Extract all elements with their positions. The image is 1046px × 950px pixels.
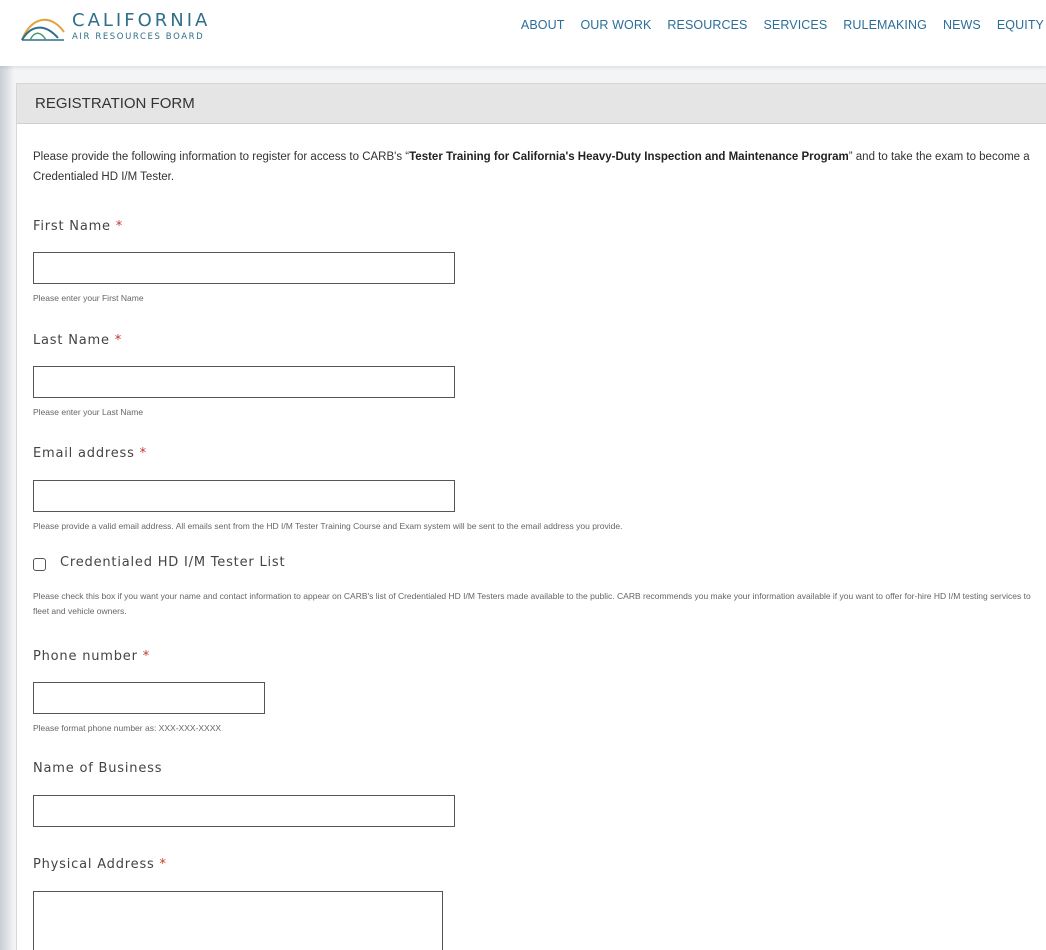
last-name-input[interactable] xyxy=(33,366,455,398)
logo-arc-icon xyxy=(21,18,65,41)
required-marker: * xyxy=(159,857,167,872)
form-intro: Please provide the following information… xyxy=(33,147,1033,187)
business-label: Name of Business xyxy=(33,761,162,776)
first-name-label-text: First Name xyxy=(33,219,111,234)
last-name-label: Last Name * xyxy=(33,333,122,348)
main-nav: ABOUT OUR WORK RESOURCES SERVICES RULEMA… xyxy=(505,18,1044,32)
address-label: Physical Address * xyxy=(33,857,167,872)
first-name-input[interactable] xyxy=(33,252,455,284)
site-header: CALIFORNIA AIR RESOURCES BOARD ABOUT OUR… xyxy=(0,0,1046,66)
logo-subtitle: AIR RESOURCES BOARD xyxy=(72,31,205,42)
address-label-text: Physical Address xyxy=(33,857,155,872)
tester-list-label[interactable]: Credentialed HD I/M Tester List xyxy=(60,555,285,570)
carb-logo[interactable]: CALIFORNIA AIR RESOURCES BOARD xyxy=(20,8,210,44)
logo-title: CALIFORNIA xyxy=(72,9,211,31)
business-label-text: Name of Business xyxy=(33,761,163,776)
tester-list-help: Please check this box if you want your n… xyxy=(33,591,1031,616)
required-marker: * xyxy=(139,446,147,461)
email-label: Email address * xyxy=(33,446,147,461)
nav-our-work[interactable]: OUR WORK xyxy=(580,18,651,32)
nav-about[interactable]: ABOUT xyxy=(521,18,565,32)
intro-text-start: Please provide the following information… xyxy=(33,151,410,163)
first-name-label: First Name * xyxy=(33,219,123,234)
last-name-label-text: Last Name xyxy=(33,333,110,348)
phone-label-text: Phone number xyxy=(33,649,138,664)
required-marker: * xyxy=(115,219,124,234)
required-marker: * xyxy=(142,649,150,664)
intro-program-name: Tester Training for California's Heavy-D… xyxy=(409,151,849,163)
phone-input[interactable] xyxy=(33,682,265,714)
required-marker: * xyxy=(114,333,123,348)
form-title: REGISTRATION FORM xyxy=(17,84,1046,124)
nav-equity[interactable]: EQUITY xyxy=(997,18,1044,32)
phone-label: Phone number * xyxy=(33,649,150,664)
last-name-help: Please enter your Last Name xyxy=(33,407,144,417)
tester-list-checkbox[interactable] xyxy=(33,558,46,571)
phone-help: Please format phone number as: XXX-XXX-X… xyxy=(33,723,222,733)
address-textarea[interactable] xyxy=(33,891,443,950)
business-input[interactable] xyxy=(33,795,455,827)
nav-rulemaking[interactable]: RULEMAKING xyxy=(843,18,927,32)
nav-resources[interactable]: RESOURCES xyxy=(667,18,747,32)
first-name-help: Please enter your First Name xyxy=(33,293,144,303)
email-label-text: Email address xyxy=(33,446,135,461)
email-help: Please provide a valid email address. Al… xyxy=(33,521,623,531)
registration-form-panel: REGISTRATION FORM Please provide the fol… xyxy=(16,83,1046,950)
nav-news[interactable]: NEWS xyxy=(943,18,981,32)
nav-services[interactable]: SERVICES xyxy=(764,18,828,32)
email-input[interactable] xyxy=(33,480,455,512)
